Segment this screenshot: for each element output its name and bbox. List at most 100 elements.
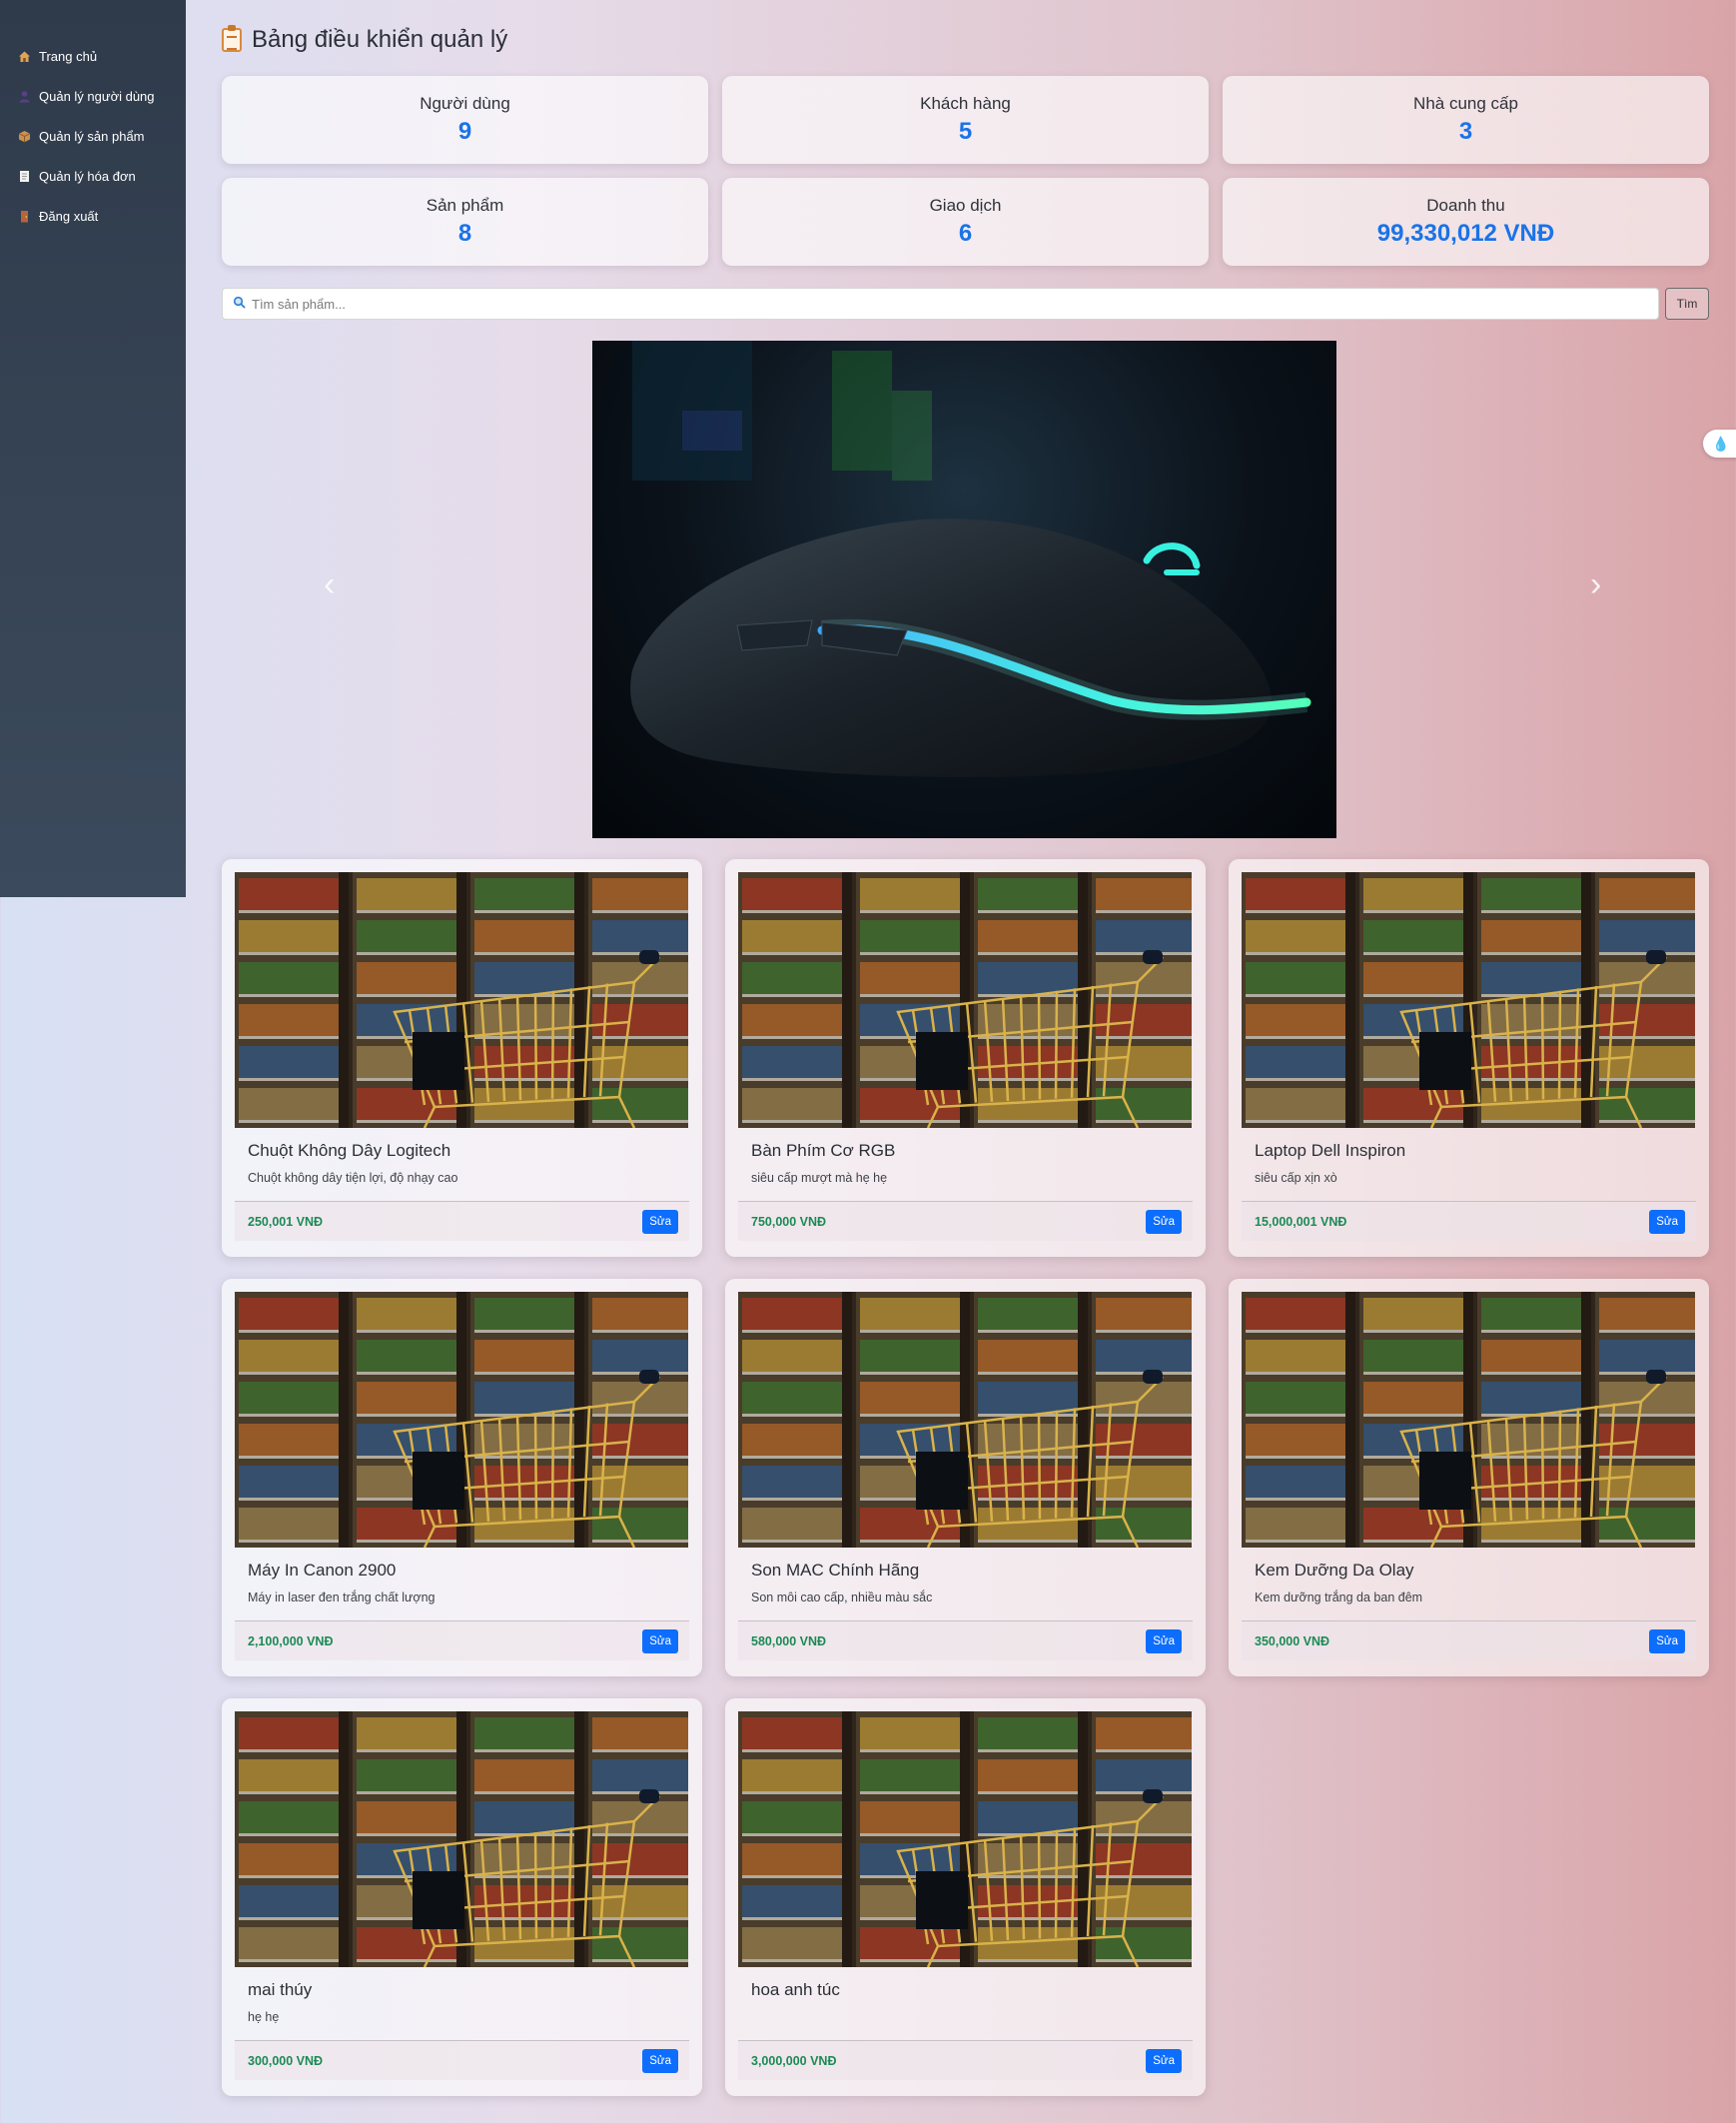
product-image	[738, 1711, 1192, 1967]
sidebar-item-home[interactable]: Trang chủ	[0, 36, 186, 76]
house-icon	[18, 50, 31, 63]
product-image	[738, 872, 1192, 1128]
sidebar-item-label: Quản lý hóa đơn	[39, 168, 136, 184]
receipt-icon	[18, 170, 31, 183]
product-name: Son MAC Chính Hãng	[751, 1561, 920, 1580]
edit-button[interactable]: Sửa	[642, 1209, 678, 1234]
product-card: Chuột Không Dây Logitech Chuột không dây…	[222, 859, 702, 1257]
edit-button[interactable]: Sửa	[1146, 1628, 1182, 1653]
edit-button[interactable]: Sửa	[1649, 1628, 1685, 1653]
product-price: 580,000 VNĐ	[751, 1633, 827, 1648]
product-price: 750,000 VNĐ	[751, 1214, 827, 1229]
product-description	[738, 2010, 1193, 2026]
product-description: Máy in laser đen trắng chất lượng	[248, 1591, 435, 1604]
product-card: Bàn Phím Cơ RGB siêu cấp mượt mà hẹ hẹ 7…	[725, 859, 1206, 1257]
product-price: 300,000 VNĐ	[248, 2053, 324, 2068]
sidebar-item-logout[interactable]: Đăng xuất	[0, 196, 186, 236]
product-grid: Chuột Không Dây Logitech Chuột không dây…	[222, 859, 1709, 2096]
stat-value: 5	[958, 118, 973, 145]
clipboard-icon	[222, 25, 242, 52]
sidebar-item-users[interactable]: Quản lý người dùng	[0, 76, 186, 116]
stat-card-revenue: Doanh thu 99,330,012 VNĐ	[1223, 178, 1709, 266]
carousel-slide-image	[592, 341, 1336, 838]
search-button[interactable]: Tìm	[1665, 288, 1709, 320]
product-name: Máy In Canon 2900	[248, 1561, 397, 1580]
product-name: hoa anh túc	[751, 1980, 840, 1999]
product-footer: 350,000 VNĐ Sửa	[1242, 1620, 1696, 1660]
edit-button[interactable]: Sửa	[1649, 1209, 1685, 1234]
chevron-right-icon[interactable]: ›	[1590, 565, 1601, 604]
search-bar: Tìm	[222, 288, 1709, 322]
product-footer: 3,000,000 VNĐ Sửa	[738, 2040, 1193, 2080]
sidebar-item-label: Đăng xuất	[39, 208, 99, 224]
product-price: 250,001 VNĐ	[248, 1214, 324, 1229]
stat-card-suppliers: Nhà cung cấp 3	[1223, 76, 1709, 164]
sidebar: Trang chủ Quản lý người dùng Quản lý sản…	[0, 0, 186, 897]
stat-label: Nhà cung cấp	[1413, 94, 1518, 113]
search-icon	[233, 296, 246, 312]
product-description: siêu cấp xịn xò	[1255, 1171, 1337, 1185]
floating-helper-icon[interactable]: 💧	[1703, 430, 1736, 458]
product-image	[235, 1711, 688, 1967]
product-name: mai thúy	[248, 1980, 313, 1999]
product-price: 2,100,000 VNĐ	[248, 1633, 334, 1648]
stat-value: 99,330,012 VNĐ	[1376, 220, 1555, 247]
product-description: hẹ hẹ	[248, 2010, 280, 2024]
search-input[interactable]	[252, 296, 1658, 312]
door-icon	[18, 210, 31, 223]
stats-grid: Người dùng 9 Khách hàng 5 Nhà cung cấp 3…	[222, 76, 1709, 266]
sidebar-item-products[interactable]: Quản lý sản phẩm	[0, 116, 186, 156]
edit-button[interactable]: Sửa	[1146, 2048, 1182, 2073]
product-name: Bàn Phím Cơ RGB	[751, 1141, 896, 1160]
sidebar-item-label: Quản lý sản phẩm	[39, 128, 145, 144]
product-footer: 750,000 VNĐ Sửa	[738, 1201, 1193, 1241]
edit-button[interactable]: Sửa	[642, 1628, 678, 1653]
product-footer: 300,000 VNĐ Sửa	[235, 2040, 689, 2080]
stat-value: 6	[958, 220, 973, 247]
product-card: hoa anh túc 3,000,000 VNĐ Sửa	[725, 1698, 1206, 2096]
stat-value: 8	[457, 220, 472, 247]
stat-card-customers: Khách hàng 5	[722, 76, 1209, 164]
product-price: 3,000,000 VNĐ	[751, 2053, 837, 2068]
product-name: Laptop Dell Inspiron	[1255, 1141, 1406, 1160]
product-image	[1242, 872, 1695, 1128]
product-price: 350,000 VNĐ	[1255, 1633, 1330, 1648]
product-description: Kem dưỡng trắng da ban đêm	[1255, 1591, 1423, 1604]
product-card: mai thúy hẹ hẹ 300,000 VNĐ Sửa	[222, 1698, 702, 2096]
sidebar-item-label: Trang chủ	[39, 48, 98, 64]
product-name: Chuột Không Dây Logitech	[248, 1141, 451, 1160]
product-image	[235, 1292, 688, 1548]
product-price: 15,000,001 VNĐ	[1255, 1214, 1347, 1229]
product-description: siêu cấp mượt mà hẹ hẹ	[751, 1171, 888, 1185]
edit-button[interactable]: Sửa	[642, 2048, 678, 2073]
chevron-left-icon[interactable]: ‹	[324, 565, 335, 604]
stat-value: 3	[1458, 118, 1473, 145]
product-footer: 2,100,000 VNĐ Sửa	[235, 1620, 689, 1660]
search-field[interactable]	[222, 288, 1659, 320]
stat-card-transactions: Giao dịch 6	[722, 178, 1209, 266]
product-card: Son MAC Chính Hãng Son môi cao cấp, nhiề…	[725, 1279, 1206, 1676]
stat-label: Doanh thu	[1426, 196, 1505, 215]
stat-label: Sản phẩm	[426, 196, 504, 215]
sidebar-item-invoices[interactable]: Quản lý hóa đơn	[0, 156, 186, 196]
box-icon	[18, 130, 31, 143]
stat-value: 9	[457, 118, 472, 145]
carousel: ‹ ›	[222, 340, 1709, 839]
product-description: Son môi cao cấp, nhiều màu sắc	[751, 1591, 933, 1604]
page-title: Bảng điều khiển quản lý	[222, 25, 508, 54]
product-footer: 580,000 VNĐ Sửa	[738, 1620, 1193, 1660]
product-card: Laptop Dell Inspiron siêu cấp xịn xò 15,…	[1229, 859, 1709, 1257]
product-image	[1242, 1292, 1695, 1548]
edit-button[interactable]: Sửa	[1146, 1209, 1182, 1234]
user-icon	[18, 90, 31, 103]
stat-label: Người dùng	[420, 94, 510, 113]
stat-card-products: Sản phẩm 8	[222, 178, 708, 266]
page-title-text: Bảng điều khiển quản lý	[252, 26, 508, 53]
product-card: Máy In Canon 2900 Máy in laser đen trắng…	[222, 1279, 702, 1676]
sidebar-item-label: Quản lý người dùng	[39, 88, 155, 104]
product-image	[235, 872, 688, 1128]
product-footer: 15,000,001 VNĐ Sửa	[1242, 1201, 1696, 1241]
product-footer: 250,001 VNĐ Sửa	[235, 1201, 689, 1241]
product-card: Kem Dưỡng Da Olay Kem dưỡng trắng da ban…	[1229, 1279, 1709, 1676]
product-description: Chuột không dây tiện lợi, độ nhạy cao	[248, 1171, 458, 1185]
